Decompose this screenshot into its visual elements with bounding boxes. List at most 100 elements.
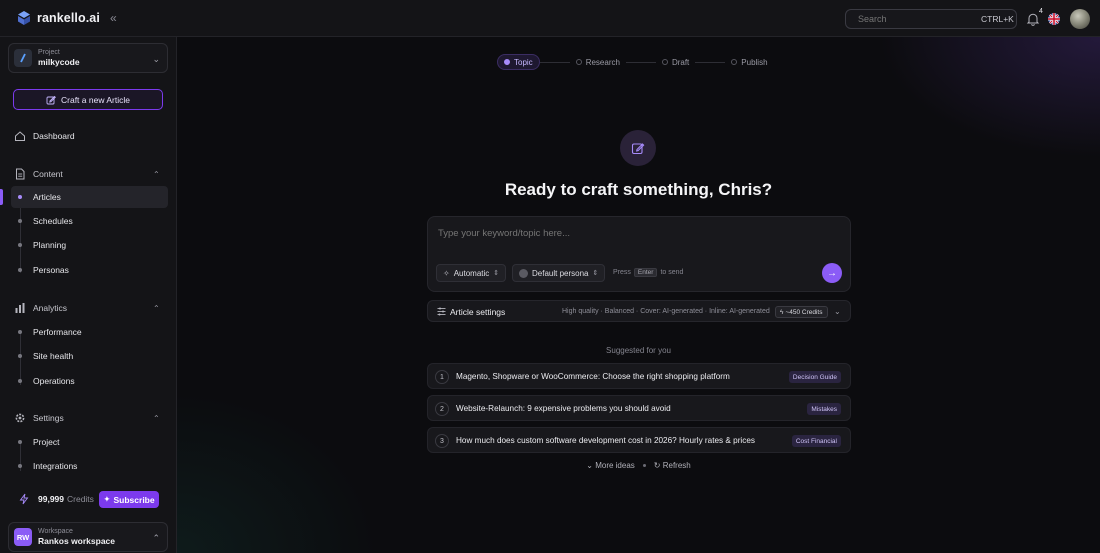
uk-flag-icon[interactable] [1048,13,1060,25]
nav-site-health[interactable]: Site health [0,345,177,367]
nav-integrations[interactable]: Integrations [0,455,177,477]
topic-input[interactable] [438,228,818,239]
craft-article-label: Craft a new Article [61,94,130,105]
step-dot [575,59,582,65]
chevron-down-icon: ⌄ [834,307,841,316]
section-analytics[interactable]: Analytics ⌃ [0,297,177,319]
refresh-icon: ↻ [653,461,661,470]
section-content[interactable]: Content ⌃ [0,163,177,185]
edit-icon [631,143,645,155]
credits-row: 99,999 Credits ✦ Subscribe [0,489,177,509]
step-connector [625,61,656,63]
suggestion-text: Magento, Shopware or WooCommerce: Choose… [456,372,730,381]
page-title: Ready to craft something, Chris? [504,180,773,199]
nav-site-health-label: Site health [33,351,74,361]
tree-dot [18,330,22,334]
user-avatar[interactable] [1070,9,1090,29]
workspace-switcher[interactable]: RW Workspace Rankos workspace ⌃ [8,522,168,552]
search-box[interactable]: CTRL+K [845,9,1017,29]
tree-dot [18,243,22,247]
step-topic[interactable]: Topic [497,54,540,70]
mode-value: Automatic [453,268,490,278]
nav-schedules[interactable]: Schedules [0,210,177,232]
top-bar: rankello.ai « CTRL+K 4 [0,0,1100,37]
persona-avatar-icon [519,268,528,278]
progress-stepper: Topic Research Draft Publish [497,54,774,70]
search-input[interactable] [858,14,975,24]
nav-personas-label: Personas [33,265,69,275]
search-shortcut: CTRL+K [981,14,1014,24]
nav-performance-label: Performance [33,327,82,337]
brand[interactable]: rankello.ai « [16,10,177,26]
tree-dot [18,219,22,223]
suggestion-item[interactable]: 1 Magento, Shopware or WooCommerce: Choo… [427,363,851,389]
hint-press: Press [613,269,631,276]
more-ideas-button[interactable]: ⌄ More ideas [586,461,635,470]
project-switcher[interactable]: Project milkycode ⌄ [8,43,168,73]
nav-schedules-label: Schedules [33,216,73,226]
persona-select[interactable]: Default persona ⇕ [512,264,606,282]
credits-balance: 99,999 Credits [38,494,94,504]
refresh-button[interactable]: ↻ Refresh [654,461,691,470]
step-publish[interactable]: Publish [725,54,773,70]
step-dot [661,59,668,65]
collapse-sidebar-icon[interactable]: « [110,11,117,25]
chevron-up-icon: ⌃ [153,413,160,423]
step-label: Research [585,57,620,67]
chevron-up-icon: ⌃ [152,533,160,543]
sparkle-icon: ✧ [443,268,450,278]
suggestion-tag: Cost Financial [791,435,841,447]
lightning-icon: ϟ [780,308,784,316]
workspace-label: Workspace [38,528,73,535]
nav-articles-label: Articles [33,192,61,202]
updown-chevron-icon: ⇕ [493,270,500,277]
sidebar: Project milkycode ⌄ Craft a new Article … [0,37,177,553]
step-label: Draft [671,57,690,67]
suggestions-heading: Suggested for you [606,346,671,355]
suggestion-item[interactable]: 2 Website-Relaunch: 9 expensive problems… [427,395,851,421]
nav-project[interactable]: Project [0,431,177,453]
nav-dashboard-label: Dashboard [33,131,75,141]
section-content-label: Content [33,169,63,179]
subscribe-button[interactable]: ✦ Subscribe [99,491,159,508]
step-research[interactable]: Research [570,54,626,70]
suggestion-tag: Mistakes [807,403,841,415]
article-settings[interactable]: Article settings High quality · Balanced… [427,300,851,322]
hint-action: to send [660,269,684,276]
step-draft[interactable]: Draft [656,54,695,70]
document-icon [16,168,25,180]
nav-personas[interactable]: Personas [0,259,177,281]
more-ideas-label: More ideas [595,461,635,470]
home-icon [15,131,25,141]
step-label: Topic [514,57,533,67]
hero-edit-badge [620,130,656,166]
suggestion-tag: Decision Guide [788,371,841,383]
craft-article-button[interactable]: Craft a new Article [13,89,163,110]
section-settings[interactable]: Settings ⌃ [0,407,177,429]
suggestion-text: How much does custom software developmen… [456,436,755,445]
step-label: Publish [741,57,768,67]
send-button[interactable]: → [822,263,842,283]
nav-project-label: Project [33,437,60,447]
suggestion-item[interactable]: 3 How much does custom software developm… [427,427,851,453]
nav-articles[interactable]: Articles [0,186,177,208]
bell-icon[interactable] [1026,12,1040,26]
tree-dot [18,440,22,444]
mode-select[interactable]: ✧ Automatic ⇕ [436,264,507,282]
article-settings-summary: High quality · Balanced · Cover: AI-gene… [562,308,770,315]
step-dot [731,59,738,65]
nav-performance[interactable]: Performance [0,321,177,343]
nav-operations[interactable]: Operations [0,370,177,392]
suggestion-number: 3 [435,434,449,448]
nav-integrations-label: Integrations [33,461,78,471]
section-analytics-label: Analytics [33,303,68,313]
nav-planning[interactable]: Planning [0,234,177,256]
suggestion-actions: ⌄ More ideas ↻ Refresh [177,461,1100,470]
suggestion-number: 1 [435,370,449,384]
chevron-down-icon: ⌄ [586,461,593,470]
nav-dashboard[interactable]: Dashboard [0,125,177,147]
lightning-icon [19,493,29,505]
workspace-badge: RW [14,528,32,546]
bar-chart-icon [15,303,25,313]
brand-name: rankello.ai [37,11,100,25]
